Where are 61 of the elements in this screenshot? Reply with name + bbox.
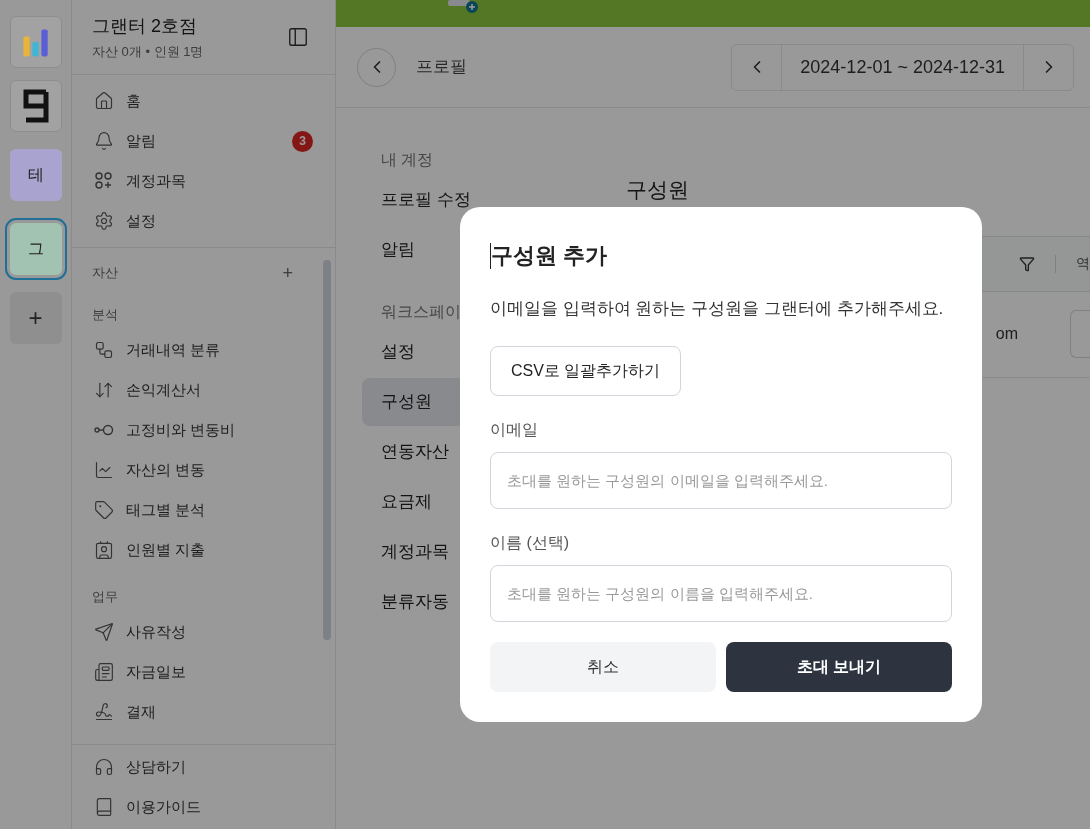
section-heading: 자산 (92, 264, 119, 283)
home-icon (94, 91, 114, 111)
sidebar-toggle-icon[interactable] (287, 26, 309, 48)
nav-item[interactable]: 인원별 지출 (72, 530, 323, 570)
field-label: 이메일 (490, 419, 539, 440)
newspaper-icon (94, 662, 114, 682)
flow-icon (94, 340, 114, 360)
scrollbar[interactable] (323, 260, 331, 640)
send-icon (94, 622, 114, 642)
date-range: 2024-12-01 ~ 2024-12-31 (799, 55, 1006, 79)
cancel-button[interactable]: 취소 (490, 641, 716, 692)
book-icon (94, 797, 114, 817)
arrows-icon (94, 380, 114, 400)
nav-item[interactable]: 손익계산서 (72, 370, 323, 410)
group-heading: 내 계정 (381, 150, 434, 170)
nav-item[interactable]: 결재 (72, 692, 323, 732)
filter-icon[interactable] (1019, 255, 1035, 272)
dialog-description: 이메일을 입력하여 원하는 구성원을 그랜터에 추가해주세요. (490, 298, 945, 320)
page-title: 프로필 (416, 56, 468, 79)
dialog-title: 구성원 추가 (491, 242, 608, 270)
workspace-tile[interactable]: 테 (9, 149, 62, 201)
card-icon (448, 0, 478, 14)
nav-item[interactable]: 자금일보 (72, 652, 323, 692)
nav-item[interactable]: 태그별 분석 (72, 490, 323, 530)
circles-plus-icon (94, 171, 114, 191)
nav-item[interactable]: 설정 (72, 201, 335, 241)
contact-icon (94, 540, 114, 560)
csv-upload-button[interactable]: CSV로 일괄추가하기 (490, 345, 682, 396)
input-field[interactable]: 초대를 원하는 구성원의 이메일을 입력해주세요. (490, 451, 952, 509)
table-cell-text: om (995, 324, 1018, 344)
add-button[interactable]: + (282, 264, 293, 282)
count-badge: 3 (292, 130, 313, 152)
role-select[interactable] (1070, 310, 1090, 358)
settings-icon (94, 211, 114, 231)
nav-item[interactable]: 알림 3 (72, 121, 335, 161)
tag-icon (94, 500, 114, 520)
nav-item[interactable]: 이용가이드 (72, 787, 335, 827)
section-heading: 분석 (92, 306, 119, 325)
signature-icon (94, 702, 114, 722)
date-range-picker[interactable]: 2024-12-01 ~ 2024-12-31 (731, 43, 1074, 91)
nav-item[interactable]: 홈 (72, 81, 335, 121)
nav-item[interactable]: 상담하기 (72, 747, 335, 787)
add-workspace-button[interactable]: + (9, 292, 62, 344)
line-chart-icon (94, 460, 114, 480)
column-heading: 역 (1076, 254, 1090, 273)
section-title: 구성원 (626, 177, 690, 203)
nav-item[interactable]: 자산의 변동 (72, 450, 323, 490)
nav-item[interactable]: 고정비와 변동비 (72, 410, 323, 450)
nav-item[interactable]: 사유작성 (72, 612, 323, 652)
bell-icon (94, 131, 114, 151)
workspace-title: 그랜터 2호점 (92, 14, 198, 38)
nav-item[interactable]: 계정과목 (72, 161, 335, 201)
nav-item[interactable]: 거래내역 분류 (72, 330, 323, 370)
app-logo[interactable] (9, 80, 62, 132)
headphones-icon (94, 757, 114, 777)
group-heading: 워크스페이 (381, 302, 461, 322)
workspace-summary: 자산 0개 • 인원 1명 (92, 42, 205, 61)
input-field[interactable]: 초대를 원하는 구성원의 이름을 입력해주세요. (490, 564, 952, 622)
field-label: 이름 (선택) (490, 532, 571, 553)
section-heading: 업무 (92, 588, 119, 607)
send-invite-button[interactable]: 초대 보내기 (726, 641, 952, 692)
